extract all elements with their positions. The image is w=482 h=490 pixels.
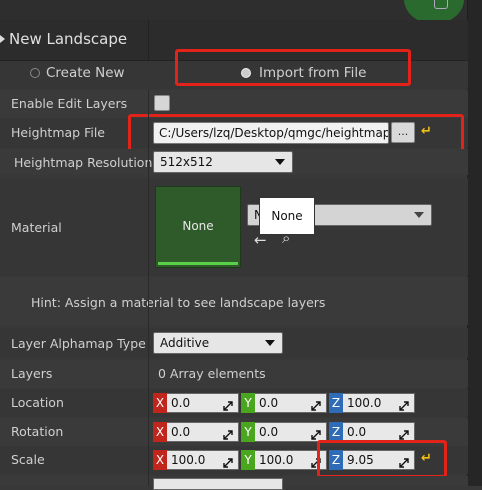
annotation-box-scale bbox=[317, 440, 447, 478]
rotation-z-field[interactable]: 0.0 bbox=[343, 422, 415, 442]
material-thumbnail[interactable]: None bbox=[155, 186, 241, 268]
location-z-field[interactable]: 100.0 bbox=[343, 393, 415, 413]
header-divider bbox=[148, 20, 149, 60]
drag-spin-icon bbox=[223, 455, 233, 468]
chevron-down-icon bbox=[275, 159, 285, 165]
heightmap-resolution-label: Heightmap Resolution bbox=[14, 155, 153, 170]
rotation-x-field[interactable]: 0.0 bbox=[167, 422, 239, 442]
scale-x-value: 100.0 bbox=[171, 453, 206, 467]
location-y-value: 0.0 bbox=[259, 396, 279, 410]
section-size-combo[interactable] bbox=[153, 478, 283, 490]
rotation-z-value: 0.0 bbox=[347, 425, 367, 439]
rotation-y-value: 0.0 bbox=[259, 425, 279, 439]
layer-alphamap-value: Additive bbox=[160, 336, 210, 350]
rotation-label: Rotation bbox=[11, 424, 64, 439]
column-divider bbox=[148, 90, 149, 486]
location-y-axis-label: Y bbox=[241, 393, 255, 413]
heightmap-resolution-combo[interactable]: 512x512 bbox=[153, 151, 293, 173]
create-new-radio[interactable] bbox=[30, 68, 40, 78]
rotation-z-axis-label: Z bbox=[329, 422, 343, 442]
layer-alphamap-label: Layer Alphamap Type bbox=[11, 336, 146, 351]
drag-spin-icon bbox=[311, 398, 321, 411]
location-x-axis-label: X bbox=[153, 393, 167, 413]
material-thumbnail-text: None bbox=[182, 219, 214, 233]
drag-spin-icon bbox=[399, 427, 409, 440]
hint-text: Hint: Assign a material to see landscape… bbox=[31, 295, 326, 310]
layers-label: Layers bbox=[11, 366, 53, 381]
drag-spin-icon bbox=[223, 427, 233, 440]
scrollbar[interactable] bbox=[467, 0, 482, 486]
annotation-box-import bbox=[175, 49, 411, 86]
collapse-arrow-icon[interactable] bbox=[0, 35, 5, 43]
material-label: Material bbox=[11, 220, 62, 235]
enable-edit-layers-checkbox[interactable] bbox=[154, 95, 170, 111]
enable-edit-layers-label: Enable Edit Layers bbox=[11, 96, 128, 111]
scale-y-value: 100.0 bbox=[259, 453, 294, 467]
heightmap-resolution-value: 512x512 bbox=[160, 155, 213, 169]
location-x-value: 0.0 bbox=[171, 396, 191, 410]
location-x-field[interactable]: 0.0 bbox=[167, 393, 239, 413]
rotation-y-axis-label: Y bbox=[241, 422, 255, 442]
scroll-up-icon[interactable] bbox=[434, 0, 448, 9]
rotation-x-value: 0.0 bbox=[171, 425, 191, 439]
layers-value: 0 Array elements bbox=[158, 366, 266, 381]
use-selected-arrow-icon[interactable]: ← bbox=[254, 231, 267, 249]
drag-spin-icon bbox=[311, 427, 321, 440]
location-z-axis-label: Z bbox=[329, 393, 343, 413]
rotation-x-axis-label: X bbox=[153, 422, 167, 442]
scale-label: Scale bbox=[11, 452, 45, 467]
location-label: Location bbox=[11, 395, 64, 410]
location-y-field[interactable]: 0.0 bbox=[255, 393, 327, 413]
chevron-down-icon bbox=[414, 212, 424, 218]
rotation-y-field[interactable]: 0.0 bbox=[255, 422, 327, 442]
scale-y-axis-label: Y bbox=[241, 450, 255, 470]
location-z-value: 100.0 bbox=[347, 396, 382, 410]
scale-x-axis-label: X bbox=[153, 450, 167, 470]
drag-spin-icon bbox=[223, 398, 233, 411]
scale-x-field[interactable]: 100.0 bbox=[167, 450, 239, 470]
layer-alphamap-combo[interactable]: Additive bbox=[153, 332, 283, 354]
create-new-label[interactable]: Create New bbox=[46, 65, 125, 81]
heightmap-file-label: Heightmap File bbox=[11, 125, 105, 140]
material-thumbnail-bar bbox=[158, 262, 238, 265]
drag-spin-icon bbox=[399, 398, 409, 411]
panel-title: New Landscape bbox=[9, 30, 128, 48]
chevron-down-icon bbox=[265, 340, 275, 346]
browse-magnifier-icon[interactable]: ⌕ bbox=[282, 229, 290, 247]
